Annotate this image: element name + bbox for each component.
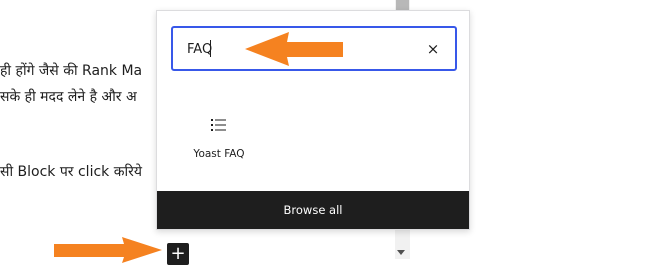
paragraph-line: सके ही मदद लेने है और अ bbox=[0, 89, 137, 105]
close-icon[interactable]: × bbox=[425, 40, 441, 58]
text-caret bbox=[210, 40, 211, 57]
annotation-arrow-icon bbox=[54, 237, 162, 263]
block-result-yoast-faq[interactable]: Yoast FAQ bbox=[179, 106, 259, 176]
browse-all-button[interactable]: Browse all bbox=[157, 191, 469, 229]
add-block-button[interactable]: + bbox=[167, 243, 189, 265]
list-icon bbox=[211, 119, 226, 131]
annotation-arrow-icon bbox=[245, 32, 343, 66]
block-result-label: Yoast FAQ bbox=[193, 148, 245, 160]
paragraph-line: सी Block पर click करिये bbox=[0, 164, 142, 180]
paragraph-line: ही होंगे जैसे की Rank Ma bbox=[0, 63, 143, 79]
scroll-down-arrow-icon[interactable] bbox=[397, 250, 405, 255]
